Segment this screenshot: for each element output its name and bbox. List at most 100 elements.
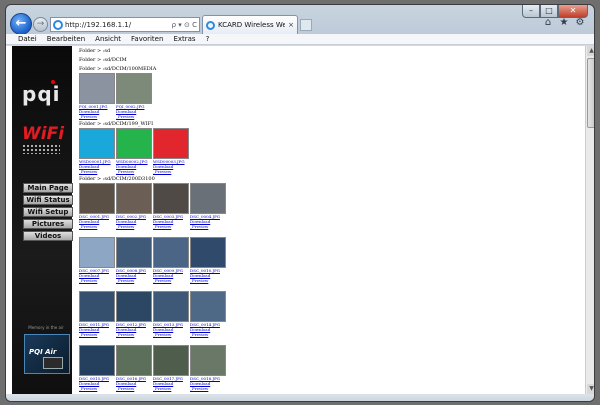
thumbnail-image[interactable] bbox=[190, 291, 226, 322]
thumbnail-item: DSC_0001.JPG Download _Preview bbox=[79, 183, 115, 229]
thumbnail-image[interactable] bbox=[116, 345, 152, 376]
thumbnail-image[interactable] bbox=[153, 291, 189, 322]
star-icon[interactable]: ★ bbox=[558, 17, 570, 28]
browser-tools: ⌂ ★ ⚙ bbox=[542, 17, 586, 28]
preview-link[interactable]: _Preview bbox=[79, 224, 115, 229]
wifi-dots-icon bbox=[22, 144, 60, 154]
thumbnail-image[interactable] bbox=[190, 183, 226, 214]
thumbnail-image[interactable] bbox=[79, 73, 115, 104]
preview-link[interactable]: _Preview bbox=[116, 278, 152, 283]
preview-link[interactable]: _Preview bbox=[153, 169, 189, 174]
thumbnail-item: DSC_0015.JPG Download _Preview bbox=[79, 345, 115, 391]
thumbnail-item: DSC_0017.JPG Download _Preview bbox=[153, 345, 189, 391]
page-viewport: pqi WiFi Main Page Wifi Status Wifi Setu… bbox=[6, 46, 594, 394]
folder-sd: Folder > :sd bbox=[79, 48, 111, 54]
thumbnail-image[interactable] bbox=[116, 73, 152, 104]
tagline: Memory in the air bbox=[28, 325, 64, 330]
thumbnail-image[interactable] bbox=[190, 345, 226, 376]
nav-videos[interactable]: Videos bbox=[23, 231, 73, 241]
menu-favoriten[interactable]: Favoriten bbox=[131, 34, 163, 44]
ie-page-icon bbox=[53, 19, 63, 30]
nav-wifi-setup[interactable]: Wifi Setup bbox=[23, 207, 73, 217]
preview-link[interactable]: _Preview bbox=[116, 169, 152, 174]
thumbnail-item: DSC_0016.JPG Download _Preview bbox=[116, 345, 152, 391]
thumbnail-image[interactable] bbox=[79, 291, 115, 322]
menu-help[interactable]: ? bbox=[206, 34, 210, 44]
preview-link[interactable]: _Preview bbox=[116, 114, 152, 119]
thumbnail-item: DSC_0002.JPG Download _Preview bbox=[116, 183, 152, 229]
thumbnail-item: DSC_0014.JPG Download _Preview bbox=[190, 291, 226, 337]
thumbnail-image[interactable] bbox=[79, 128, 115, 159]
thumbnail-image[interactable] bbox=[153, 345, 189, 376]
preview-link[interactable]: _Preview bbox=[79, 386, 115, 391]
thumbnail-item: DSC_0011.JPG Download _Preview bbox=[79, 291, 115, 337]
thumbnail-image[interactable] bbox=[116, 128, 152, 159]
preview-link[interactable]: _Preview bbox=[190, 386, 226, 391]
thumbnail-image[interactable] bbox=[79, 237, 115, 268]
new-tab-button[interactable] bbox=[300, 19, 312, 31]
menu-ansicht[interactable]: Ansicht bbox=[95, 34, 121, 44]
preview-link[interactable]: _Preview bbox=[79, 332, 115, 337]
thumbnail-item: DSC_0012.JPG Download _Preview bbox=[116, 291, 152, 337]
preview-link[interactable]: _Preview bbox=[190, 278, 226, 283]
back-button[interactable]: ← bbox=[10, 13, 32, 35]
gear-icon[interactable]: ⚙ bbox=[574, 17, 586, 28]
home-icon[interactable]: ⌂ bbox=[542, 17, 554, 28]
thumbnail-image[interactable] bbox=[116, 237, 152, 268]
vertical-scrollbar[interactable]: ▲ ▼ bbox=[585, 46, 594, 394]
thumbnail-item: WSD00002.JPG Download _Preview bbox=[116, 128, 152, 174]
d3100-thumbnails-4: DSC_0015.JPG Download _Preview DSC_0016.JPG… bbox=[79, 345, 583, 391]
d3100-thumbnails-1: DSC_0001.JPG Download _Preview DSC_0002.JPG… bbox=[79, 183, 583, 229]
preview-link[interactable]: _Preview bbox=[79, 169, 115, 174]
menu-extras[interactable]: Extras bbox=[173, 34, 195, 44]
menu-datei[interactable]: Datei bbox=[18, 34, 37, 44]
thumbnail-item: DSC_0009.JPG Download _Preview bbox=[153, 237, 189, 283]
thumbnail-image[interactable] bbox=[79, 345, 115, 376]
product-label: PQI Air bbox=[29, 348, 57, 356]
wifi-thumbnails: WSD00001.JPG Download _Preview WSD00002.JPG… bbox=[79, 128, 583, 174]
folder-dcim: Folder > :sd/DCIM bbox=[79, 57, 127, 63]
preview-link[interactable]: _Preview bbox=[116, 224, 152, 229]
scroll-down-icon[interactable]: ▼ bbox=[587, 384, 594, 394]
preview-link[interactable]: _Preview bbox=[116, 332, 152, 337]
preview-link[interactable]: _Preview bbox=[153, 278, 189, 283]
browser-window: – □ ✕ ← → http://192.168.1.1/ ρ ▾ ⊙ C KC… bbox=[5, 4, 595, 402]
thumbnail-image[interactable] bbox=[79, 183, 115, 214]
address-bar[interactable]: http://192.168.1.1/ ρ ▾ ⊙ C bbox=[50, 17, 200, 32]
address-tools[interactable]: ρ ▾ ⊙ C bbox=[172, 21, 199, 29]
preview-link[interactable]: _Preview bbox=[116, 386, 152, 391]
nav-wifi-status[interactable]: Wifi Status bbox=[23, 195, 73, 205]
thumbnail-image[interactable] bbox=[116, 291, 152, 322]
preview-link[interactable]: _Preview bbox=[153, 224, 189, 229]
preview-link[interactable]: _Preview bbox=[190, 224, 226, 229]
sd-card-icon bbox=[43, 357, 63, 369]
scroll-thumb[interactable] bbox=[587, 58, 594, 128]
thumbnail-image[interactable] bbox=[153, 128, 189, 159]
thumbnail-item: DSC_0013.JPG Download _Preview bbox=[153, 291, 189, 337]
thumbnail-item: DSC_0008.JPG Download _Preview bbox=[116, 237, 152, 283]
nav-main-page[interactable]: Main Page bbox=[23, 183, 73, 193]
preview-link[interactable]: _Preview bbox=[79, 278, 115, 283]
thumbnail-image[interactable] bbox=[153, 237, 189, 268]
preview-link[interactable]: _Preview bbox=[153, 386, 189, 391]
thumbnail-image[interactable] bbox=[153, 183, 189, 214]
forward-button[interactable]: → bbox=[33, 17, 48, 32]
thumbnail-item: WSD00001.JPG Download _Preview bbox=[79, 128, 115, 174]
tab-kcard[interactable]: KCARD Wireless Webpages × bbox=[202, 15, 298, 34]
preview-link[interactable]: _Preview bbox=[190, 332, 226, 337]
preview-link[interactable]: _Preview bbox=[153, 332, 189, 337]
nav-pictures[interactable]: Pictures bbox=[23, 219, 73, 229]
thumbnail-image[interactable] bbox=[116, 183, 152, 214]
preview-link[interactable]: _Preview bbox=[79, 114, 115, 119]
menu-bearbeiten[interactable]: Bearbeiten bbox=[47, 34, 85, 44]
tab-close-icon[interactable]: × bbox=[285, 21, 297, 29]
tab-title: KCARD Wireless Webpages bbox=[218, 21, 285, 29]
scroll-up-icon[interactable]: ▲ bbox=[587, 46, 594, 56]
thumbnail-item: PQI_0002.JPG Download _Preview bbox=[116, 73, 152, 119]
folder-100media: Folder > :sd/DCIM/100MEDIA bbox=[79, 66, 157, 72]
thumbnail-image[interactable] bbox=[190, 237, 226, 268]
thumbnail-item: WSD00003.JPG Download _Preview bbox=[153, 128, 189, 174]
file-browser: Folder > :sd Folder > :sd/DCIM Folder > … bbox=[73, 46, 583, 394]
address-text[interactable]: http://192.168.1.1/ bbox=[65, 21, 172, 29]
thumbnail-item: DSC_0004.JPG Download _Preview bbox=[190, 183, 226, 229]
